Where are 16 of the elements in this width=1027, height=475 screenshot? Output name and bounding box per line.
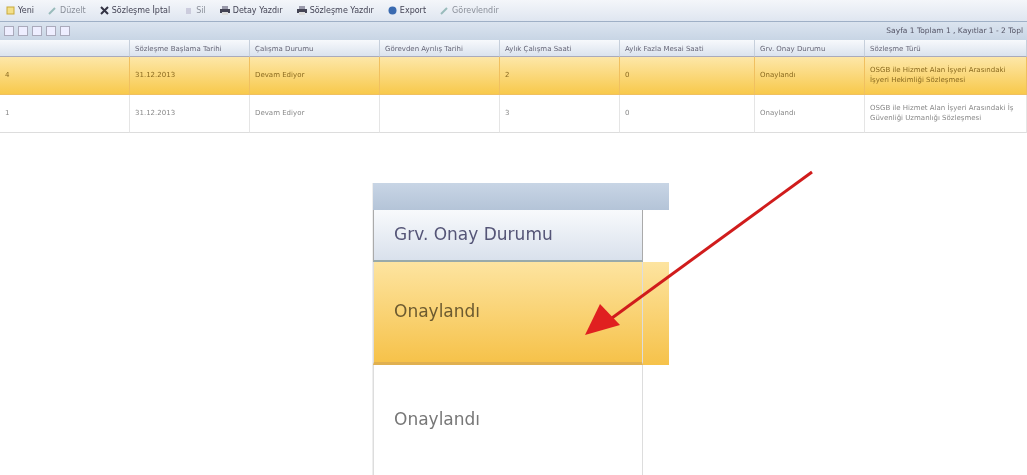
toolbar-button[interactable]: Sözleşme İptal xyxy=(97,4,173,17)
column-header[interactable] xyxy=(0,40,130,57)
toolbar-button[interactable]: Yeni xyxy=(4,4,37,17)
cross-icon xyxy=(99,6,109,15)
toolbar-button[interactable]: Detay Yazdır xyxy=(217,4,285,17)
table-cell: Onaylandı xyxy=(373,262,643,365)
new-icon xyxy=(6,6,15,15)
pencil-icon xyxy=(48,6,58,15)
pencil-icon xyxy=(440,6,450,15)
printer-icon xyxy=(296,6,307,15)
toolbar-button[interactable]: Sözleşme Yazdır xyxy=(294,4,376,17)
toolbar-button[interactable]: Export xyxy=(385,4,429,17)
column-header: Grv. Onay Durumu xyxy=(373,210,643,262)
printer-icon xyxy=(219,6,230,15)
export-icon xyxy=(387,6,397,15)
delete-icon xyxy=(184,6,194,15)
